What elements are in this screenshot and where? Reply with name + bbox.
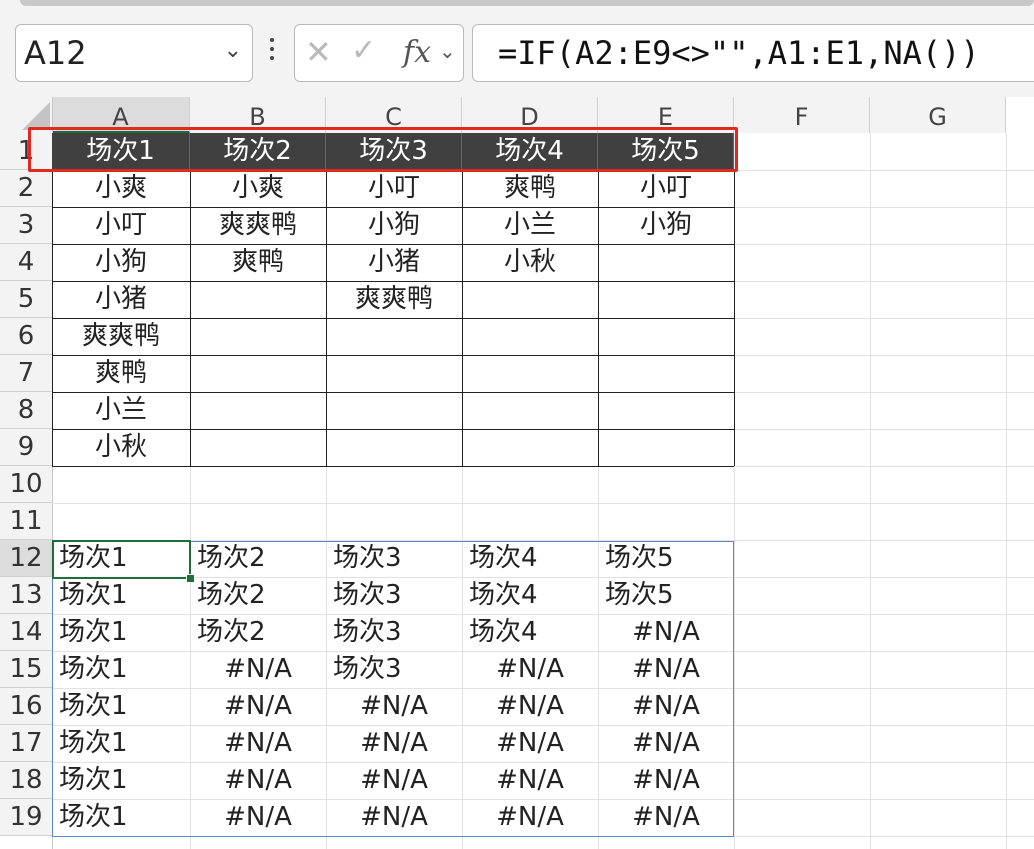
table-border — [52, 207, 734, 208]
row-header-13[interactable]: 13 — [0, 577, 52, 614]
row-header-12[interactable]: 12 — [0, 540, 52, 577]
row-header-3[interactable]: 3 — [0, 207, 52, 244]
data-cell[interactable]: 小狗 — [326, 207, 462, 244]
data-cell[interactable] — [190, 429, 326, 466]
data-cell[interactable] — [598, 318, 734, 355]
name-box-value[interactable]: A12 — [24, 34, 87, 72]
data-cell[interactable]: 小爽 — [190, 170, 326, 207]
insert-function-button[interactable]: fx — [403, 35, 431, 70]
row-header-18[interactable]: 18 — [0, 762, 52, 799]
row-header-5[interactable]: 5 — [0, 281, 52, 318]
data-cell[interactable]: 小兰 — [52, 392, 190, 429]
data-cell[interactable] — [326, 392, 462, 429]
data-cell[interactable]: 小狗 — [52, 244, 190, 281]
data-cell[interactable] — [598, 355, 734, 392]
data-cell[interactable]: 小猪 — [326, 244, 462, 281]
formula-controls: ✕ ✓ fx ⌄ — [294, 24, 464, 82]
name-box[interactable]: A12 ⌄ — [15, 24, 253, 82]
data-cell[interactable] — [326, 318, 462, 355]
chevron-down-icon[interactable]: ⌄ — [224, 38, 242, 63]
data-cell[interactable] — [598, 244, 734, 281]
data-cell[interactable]: 爽爽鸭 — [326, 281, 462, 318]
table-border — [52, 318, 734, 319]
spill-range-border — [52, 541, 734, 837]
fill-handle[interactable] — [186, 574, 195, 583]
table-border — [598, 170, 599, 466]
data-cell[interactable]: 小猪 — [52, 281, 190, 318]
table-border — [52, 281, 734, 282]
select-all-triangle-icon[interactable] — [22, 102, 50, 130]
row-header-2[interactable]: 2 — [0, 170, 52, 207]
data-cell[interactable]: 小叮 — [598, 170, 734, 207]
data-cell[interactable] — [598, 392, 734, 429]
table-border — [52, 429, 734, 430]
data-cell[interactable]: 爽鸭 — [52, 355, 190, 392]
row-header-10[interactable]: 10 — [0, 466, 52, 503]
row-header-7[interactable]: 7 — [0, 355, 52, 392]
data-cell[interactable] — [326, 429, 462, 466]
ribbon-edge — [20, 0, 1034, 6]
table-border — [52, 355, 734, 356]
table-border — [190, 170, 191, 466]
gridline-vertical — [870, 133, 871, 849]
data-cell[interactable] — [462, 392, 598, 429]
active-cell[interactable] — [52, 540, 191, 579]
row-header-6[interactable]: 6 — [0, 318, 52, 355]
header-highlight-box — [28, 127, 738, 172]
row-header-14[interactable]: 14 — [0, 614, 52, 651]
data-cell[interactable] — [598, 429, 734, 466]
column-header-g[interactable]: G — [870, 97, 1006, 133]
close-icon[interactable]: ✕ — [305, 33, 332, 71]
data-cell[interactable]: 小秋 — [462, 244, 598, 281]
row-header-11[interactable]: 11 — [0, 503, 52, 540]
more-options-icon[interactable] — [269, 38, 275, 65]
table-border — [326, 170, 327, 466]
row-header-8[interactable]: 8 — [0, 392, 52, 429]
table-border — [52, 244, 734, 245]
data-cell[interactable]: 小爽 — [52, 170, 190, 207]
data-cell[interactable] — [190, 355, 326, 392]
chevron-down-icon[interactable]: ⌄ — [439, 39, 456, 63]
data-cell[interactable] — [598, 281, 734, 318]
data-cell[interactable]: 小兰 — [462, 207, 598, 244]
row-header-4[interactable]: 4 — [0, 244, 52, 281]
data-cell[interactable] — [462, 281, 598, 318]
data-cell[interactable]: 爽鸭 — [190, 244, 326, 281]
table-border — [52, 392, 734, 393]
data-cell[interactable] — [326, 355, 462, 392]
row-header-19[interactable]: 19 — [0, 799, 52, 836]
row-header-16[interactable]: 16 — [0, 688, 52, 725]
row-header-17[interactable]: 17 — [0, 725, 52, 762]
data-cell[interactable] — [190, 281, 326, 318]
table-border — [52, 170, 53, 466]
gridline-vertical — [1006, 133, 1007, 849]
data-cell[interactable] — [462, 355, 598, 392]
table-border — [52, 466, 734, 467]
row-header-9[interactable]: 9 — [0, 429, 52, 466]
formula-text[interactable]: =IF(A2:E9<>"",A1:E1,NA()) — [498, 34, 980, 72]
data-cell[interactable] — [190, 392, 326, 429]
data-cell[interactable]: 爽爽鸭 — [52, 318, 190, 355]
data-cell[interactable]: 爽爽鸭 — [190, 207, 326, 244]
data-cell[interactable]: 小叮 — [52, 207, 190, 244]
formula-input[interactable]: =IF(A2:E9<>"",A1:E1,NA()) — [472, 24, 1034, 82]
data-cell[interactable]: 小叮 — [326, 170, 462, 207]
data-cell[interactable] — [462, 429, 598, 466]
row-header-15[interactable]: 15 — [0, 651, 52, 688]
data-cell[interactable]: 小狗 — [598, 207, 734, 244]
data-cell[interactable]: 爽鸭 — [462, 170, 598, 207]
table-border — [462, 170, 463, 466]
gridline-horizontal — [52, 503, 1034, 504]
check-icon[interactable]: ✓ — [351, 33, 376, 68]
column-header-f[interactable]: F — [734, 97, 870, 133]
data-cell[interactable] — [462, 318, 598, 355]
table-border — [734, 170, 735, 466]
data-cell[interactable]: 小秋 — [52, 429, 190, 466]
data-cell[interactable] — [190, 318, 326, 355]
